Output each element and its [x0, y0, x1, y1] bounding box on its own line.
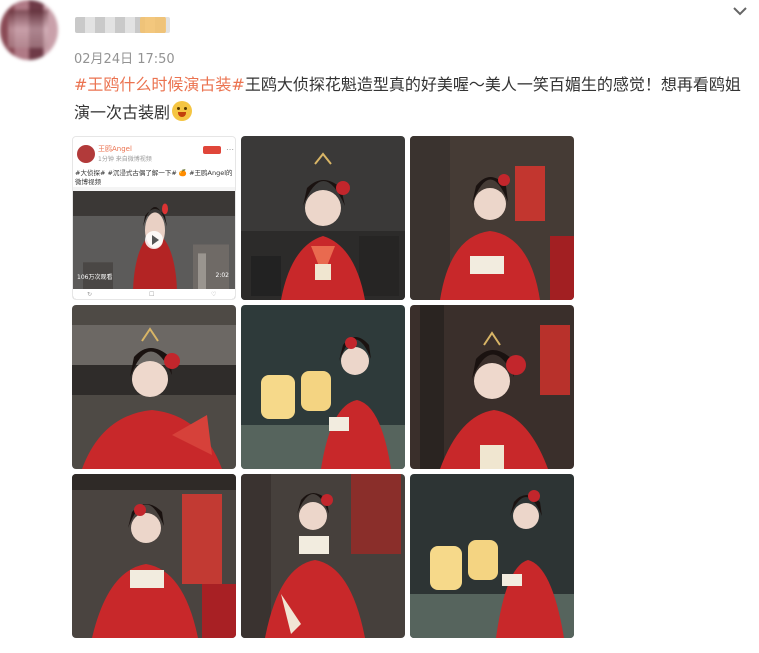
like-icon: ♡: [211, 291, 217, 298]
photo-red-costume-reading[interactable]: [72, 474, 236, 638]
chevron-down-icon[interactable]: [729, 0, 751, 22]
comment-icon: ☐: [149, 291, 155, 298]
card-footer: ↻ ☐ ♡: [73, 289, 235, 299]
photo-red-costume-writing[interactable]: [410, 136, 574, 300]
vip-badge: [140, 17, 166, 33]
video-duration: 2:02: [215, 272, 229, 279]
photo-embedded-card[interactable]: 王鸥Angel 1分钟 来自微博视频 ⋯ #大侦探# #沉浸式古偶了解一下# 🍊…: [72, 136, 236, 300]
photo-red-costume-laughing[interactable]: [410, 305, 574, 469]
photo-red-costume-reading-standing[interactable]: [241, 474, 405, 638]
scream-emoji-icon: [172, 101, 193, 121]
card-text: #大侦探# #沉浸式古偶了解一下# 🍊 #王鸥Angel的微博视频: [75, 169, 233, 186]
card-avatar: [77, 145, 95, 163]
card-meta: 1分钟 来自微博视频: [98, 156, 152, 163]
topic-link[interactable]: #王鸥什么时候演古装#: [74, 75, 245, 94]
photo-red-costume-smile[interactable]: [72, 305, 236, 469]
repost-icon: ↻: [87, 291, 93, 298]
card-username: 王鸥Angel: [98, 145, 132, 153]
card-badge: [203, 146, 221, 154]
photo-red-costume-portrait[interactable]: [241, 136, 405, 300]
photo-red-costume-lanterns[interactable]: [241, 305, 405, 469]
post-timestamp[interactable]: 02月24日 17:50: [74, 48, 175, 67]
photo-red-costume-lanterns-side[interactable]: [410, 474, 574, 638]
photo-grid: 王鸥Angel 1分钟 来自微博视频 ⋯ #大侦探# #沉浸式古偶了解一下# 🍊…: [72, 136, 574, 638]
post-text: #王鸥什么时候演古装#王鸥大侦探花魁造型真的好美喔～美人一笑百媚生的感觉！想再看…: [74, 71, 744, 127]
video-views: 106万次观看: [77, 274, 113, 281]
play-icon[interactable]: [145, 231, 163, 249]
card-menu-icon: ⋯: [226, 145, 234, 154]
user-avatar[interactable]: [0, 0, 58, 60]
